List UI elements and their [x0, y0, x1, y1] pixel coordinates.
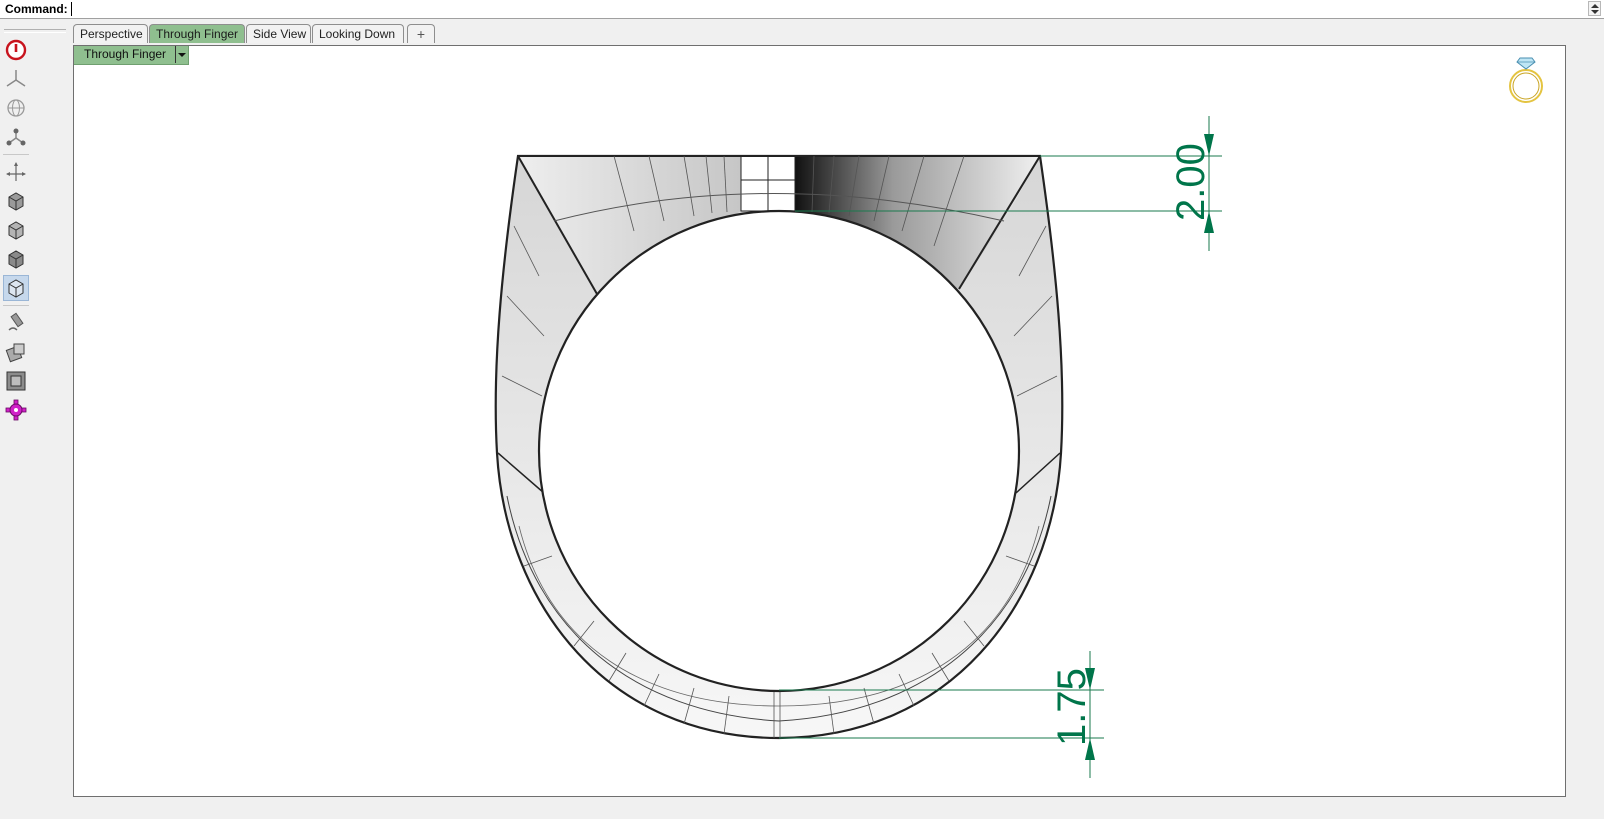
chevron-up-icon — [1591, 4, 1599, 8]
viewport-tabs: Perspective Through Finger Side View Loo… — [73, 24, 773, 44]
pen-tool-icon — [8, 312, 24, 331]
tab-label: Looking Down — [319, 27, 396, 41]
power-button[interactable] — [3, 37, 29, 63]
command-input[interactable] — [72, 1, 1584, 16]
rendered-display-button[interactable] — [3, 246, 29, 272]
plus-icon: + — [416, 26, 426, 42]
cube-wireframe-icon — [8, 279, 24, 298]
move-axes-button[interactable] — [3, 159, 29, 185]
tab-looking-down[interactable]: Looking Down — [312, 24, 404, 43]
mesh-edit-button[interactable] — [3, 339, 29, 365]
toolbar-separator — [3, 154, 29, 155]
command-history-spinner[interactable] — [1588, 1, 1601, 16]
zoom-extents-button[interactable] — [3, 368, 29, 394]
dimension-bottom-value: 1.75 — [1050, 668, 1094, 746]
tab-label: Side View — [253, 27, 307, 41]
tab-through-finger[interactable]: Through Finger — [149, 24, 245, 43]
finger-hole — [537, 209, 1021, 693]
ring-wireframe-drawing: 2.00 1.75 — [494, 57, 1543, 778]
toolbar-separator — [3, 305, 29, 306]
chevron-down-icon — [1591, 10, 1599, 14]
command-label: Command: — [5, 2, 68, 16]
dimension-top-value: 2.00 — [1169, 143, 1213, 221]
wireframe-display-button[interactable] — [3, 275, 29, 301]
ring-diamond-icon — [1509, 57, 1543, 103]
axis-tripod-button[interactable] — [3, 66, 29, 92]
add-viewport-tab-button[interactable]: + — [407, 24, 435, 43]
toolbar-grip[interactable] — [4, 29, 66, 33]
cube-ghosted-icon — [8, 221, 24, 240]
shaded-display-button[interactable] — [3, 188, 29, 214]
tab-perspective[interactable]: Perspective — [73, 24, 148, 43]
power-icon — [5, 39, 27, 61]
viewport-title: Through Finger — [84, 47, 167, 61]
viewport-through-finger[interactable]: 2.00 1.75 Through Finger — [73, 45, 1566, 797]
tab-label: Perspective — [80, 27, 143, 41]
tab-side-view[interactable]: Side View — [246, 24, 311, 43]
globe-grid-icon — [7, 99, 25, 117]
gear-plugin-icon — [5, 399, 27, 421]
viewport-title-tab[interactable]: Through Finger — [74, 46, 190, 65]
viewport-menu-dropdown[interactable] — [175, 46, 189, 63]
plugin-button[interactable] — [3, 397, 29, 423]
pen-tool-button[interactable] — [3, 310, 29, 336]
cube-shaded-icon — [8, 192, 24, 211]
command-bar: Command: — [0, 0, 1604, 19]
mesh-edit-icon — [5, 343, 25, 363]
zoom-extents-icon — [6, 371, 26, 391]
node-tree-icon — [6, 128, 26, 146]
cube-rendered-icon — [8, 250, 24, 269]
tab-label: Through Finger — [156, 27, 239, 41]
left-toolbar — [0, 20, 68, 819]
node-tree-button[interactable] — [3, 124, 29, 150]
axis-tripod-icon — [6, 70, 26, 87]
move-axes-icon — [6, 162, 26, 181]
globe-grid-button[interactable] — [3, 95, 29, 121]
ghosted-display-button[interactable] — [3, 217, 29, 243]
